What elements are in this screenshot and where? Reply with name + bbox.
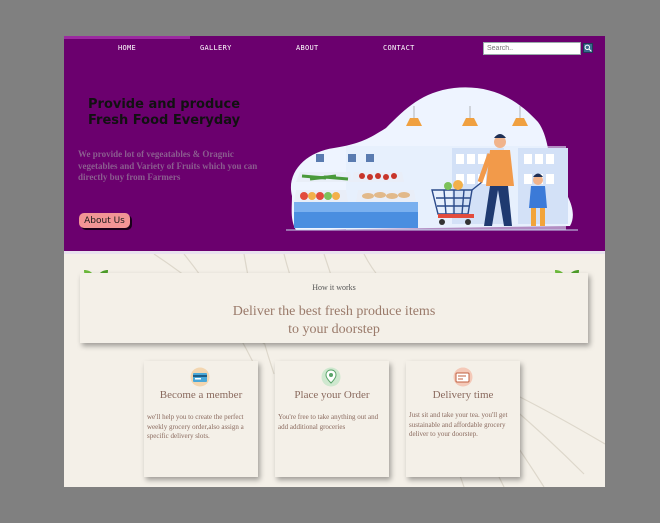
membership-card-icon — [190, 367, 210, 387]
nav-about[interactable]: ABOUT — [296, 44, 319, 52]
search-input[interactable] — [483, 42, 581, 55]
nav-accent-bar — [64, 36, 190, 39]
web-page: HOME GALLERY ABOUT CONTACT Provide and p… — [64, 36, 605, 487]
nav-contact[interactable]: CONTACT — [383, 44, 415, 52]
hero-title-line2: Fresh Food Everyday — [88, 113, 241, 128]
step-title-order: Place your Order — [294, 389, 370, 401]
nav-gallery[interactable]: GALLERY — [200, 44, 232, 52]
hero-title-line1: Provide and produce — [88, 97, 241, 112]
search-icon — [584, 44, 592, 52]
grocery-store-illustration — [286, 87, 578, 231]
nav-home[interactable]: HOME — [118, 44, 136, 52]
search-button[interactable] — [583, 43, 593, 53]
step-title-delivery: Delivery time — [432, 389, 494, 401]
how-it-works-label: How it works — [312, 283, 356, 292]
step-text-delivery: Just sit and take your tea. you'll get s… — [409, 411, 508, 438]
how-title-line1: Deliver the best fresh produce items — [232, 304, 436, 319]
hero-title: Provide and produce Fresh Food Everyday — [88, 97, 288, 129]
step-text-order: You're free to take anything out and add… — [278, 413, 379, 431]
how-it-works-title: Deliver the best fresh produce items to … — [80, 303, 588, 339]
about-us-button[interactable]: About Us — [79, 213, 130, 228]
hero-section: HOME GALLERY ABOUT CONTACT Provide and p… — [64, 36, 605, 254]
how-it-works-card: How it works Deliver the best fresh prod… — [80, 273, 588, 343]
hero-description: We provide lot of vegeatables & Oragnic … — [78, 149, 258, 182]
step-card-delivery: Delivery time Just sit and take your tea… — [406, 361, 520, 477]
step-card-order: Place your Order You're free to take any… — [275, 361, 389, 477]
location-pin-icon — [321, 367, 341, 387]
step-text-member: we'll help you to create the perfect wee… — [147, 413, 244, 440]
step-card-member: Become a member we'll help you to create… — [144, 361, 258, 477]
how-title-line2: to your doorstep — [288, 322, 380, 337]
delivery-box-icon — [453, 367, 473, 387]
step-title-member: Become a member — [159, 389, 243, 401]
